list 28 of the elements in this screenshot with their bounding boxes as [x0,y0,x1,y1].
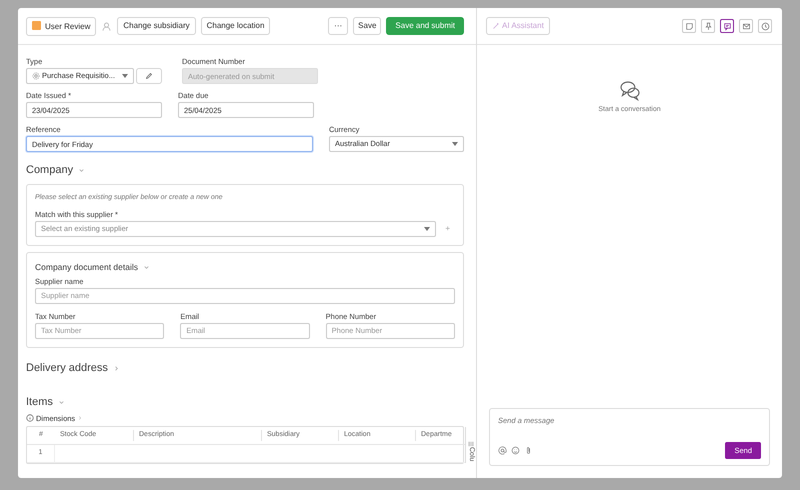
columns-icon [468,441,474,447]
section-heading: Delivery address [26,360,108,376]
side-tab[interactable] [720,19,734,33]
note-icon [684,22,694,30]
status-button[interactable]: User Review [26,16,96,36]
section-heading: Company [26,163,74,178]
clock-icon [760,22,770,30]
save-button[interactable]: Save [353,17,382,35]
at-icon [498,446,507,455]
caret-icon [122,74,128,78]
section-heading: Items [26,395,53,410]
caret-icon [452,142,458,146]
info-icon [26,414,34,422]
caret-icon [424,227,430,231]
section-heading: Company document details [35,261,138,274]
mail-icon [742,22,750,30]
toolbar-button[interactable]: Change subsidiary [117,17,196,35]
pencil-icon [145,72,153,80]
chevron-right-icon [77,415,84,422]
emoji-icon [511,446,520,455]
toolbar-button[interactable]: Change location [200,17,270,35]
add-user-icon [101,20,112,32]
more-button[interactable]: ··· [328,17,348,35]
paperclip-icon [524,446,533,455]
wand-icon [492,22,500,30]
pin-icon [704,22,712,30]
gear-icon [32,72,40,80]
chat-icon [722,22,732,30]
